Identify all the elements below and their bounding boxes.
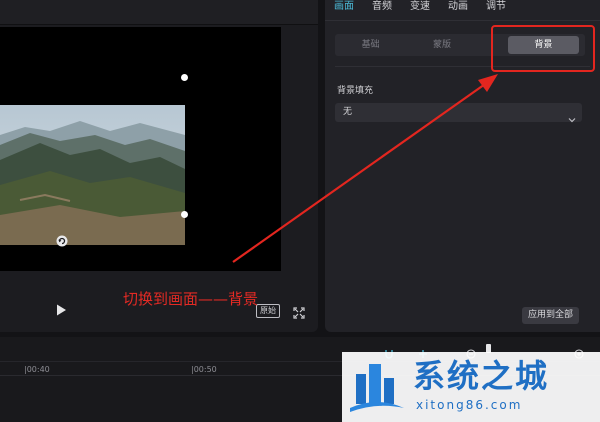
watermark-url: xitong86.com xyxy=(416,398,523,412)
tick-label: |00:50 xyxy=(191,365,217,374)
tick-label: |00:40 xyxy=(24,365,50,374)
watermark-name: 系统之城 xyxy=(413,357,550,395)
watermark-logo xyxy=(348,356,406,416)
